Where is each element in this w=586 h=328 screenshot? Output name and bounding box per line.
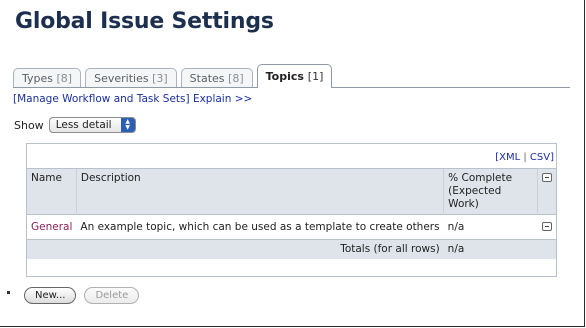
edge-mark <box>7 291 10 294</box>
tab-types[interactable]: Types [8] <box>13 68 82 88</box>
new-button[interactable]: New... <box>24 287 77 304</box>
topic-select-cell <box>537 214 556 240</box>
export-separator: | <box>523 152 527 163</box>
tab-label: States <box>189 72 225 85</box>
action-buttons: New... Delete <box>24 287 147 304</box>
tab-bar: Types [8] Severities [3] States [8] Topi… <box>13 64 336 88</box>
detail-level-select[interactable]: Less detail ▲ ▼ <box>48 117 136 133</box>
column-header-percent-complete[interactable]: % Complete (Expected Work) <box>443 168 538 215</box>
totals-value: n/a <box>443 239 538 259</box>
xml-export-link[interactable]: [XML <box>495 152 520 163</box>
totals-blank-cell <box>537 239 556 259</box>
column-header-description[interactable]: Description <box>75 168 444 215</box>
row-select-checkbox[interactable] <box>541 222 552 231</box>
detail-level-value: Less detail <box>55 119 112 131</box>
delete-button[interactable]: Delete <box>84 287 140 304</box>
tab-count: [8] <box>228 72 244 85</box>
topic-name-link[interactable]: General <box>31 221 72 233</box>
page-title: Global Issue Settings <box>15 9 274 34</box>
csv-export-link[interactable]: CSV] <box>530 152 554 163</box>
totals-row: Totals (for all rows) n/a <box>27 239 556 259</box>
tab-states[interactable]: States [8] <box>180 68 253 88</box>
totals-label: Totals (for all rows) <box>27 239 444 259</box>
topics-table-container: [XML | CSV] Name Description % Complete … <box>26 143 557 277</box>
column-header-select <box>537 168 556 215</box>
column-header-name[interactable]: Name <box>27 168 77 215</box>
pct-header-line: (Expected <box>448 185 502 197</box>
tab-count: [1] <box>307 70 324 83</box>
show-label: Show <box>14 118 44 132</box>
tab-label: Types <box>22 72 53 85</box>
table-header-row: Name Description % Complete (Expected Wo… <box>27 168 556 215</box>
tab-label: Topics <box>265 70 304 83</box>
manage-workflow-link[interactable]: [Manage Workflow and Task Sets] <box>13 93 190 105</box>
topics-table: Name Description % Complete (Expected Wo… <box>27 168 556 259</box>
explain-link[interactable]: Explain >> <box>193 93 252 105</box>
action-links: [Manage Workflow and Task Sets] Explain … <box>13 93 252 105</box>
select-arrows-icon: ▲ ▼ <box>120 118 135 132</box>
pct-header-line: Work) <box>448 198 479 210</box>
topic-percent-cell: n/a <box>443 214 538 240</box>
export-links: [XML | CSV] <box>495 152 554 163</box>
tab-severities[interactable]: Severities [3] <box>85 68 177 88</box>
tab-label: Severities <box>94 72 149 85</box>
show-detail-row: Show Less detail ▲ ▼ <box>14 117 136 133</box>
tab-count: [8] <box>56 72 73 85</box>
topic-description-cell: An example topic, which can be used as a… <box>76 214 444 240</box>
select-all-checkbox[interactable] <box>542 173 552 182</box>
tab-count: [3] <box>152 72 168 85</box>
pct-header-line: % Complete <box>448 172 513 184</box>
tab-topics[interactable]: Topics [1] <box>256 64 333 88</box>
table-row: General An example topic, which can be u… <box>27 214 556 240</box>
topic-name-cell: General <box>27 214 77 240</box>
